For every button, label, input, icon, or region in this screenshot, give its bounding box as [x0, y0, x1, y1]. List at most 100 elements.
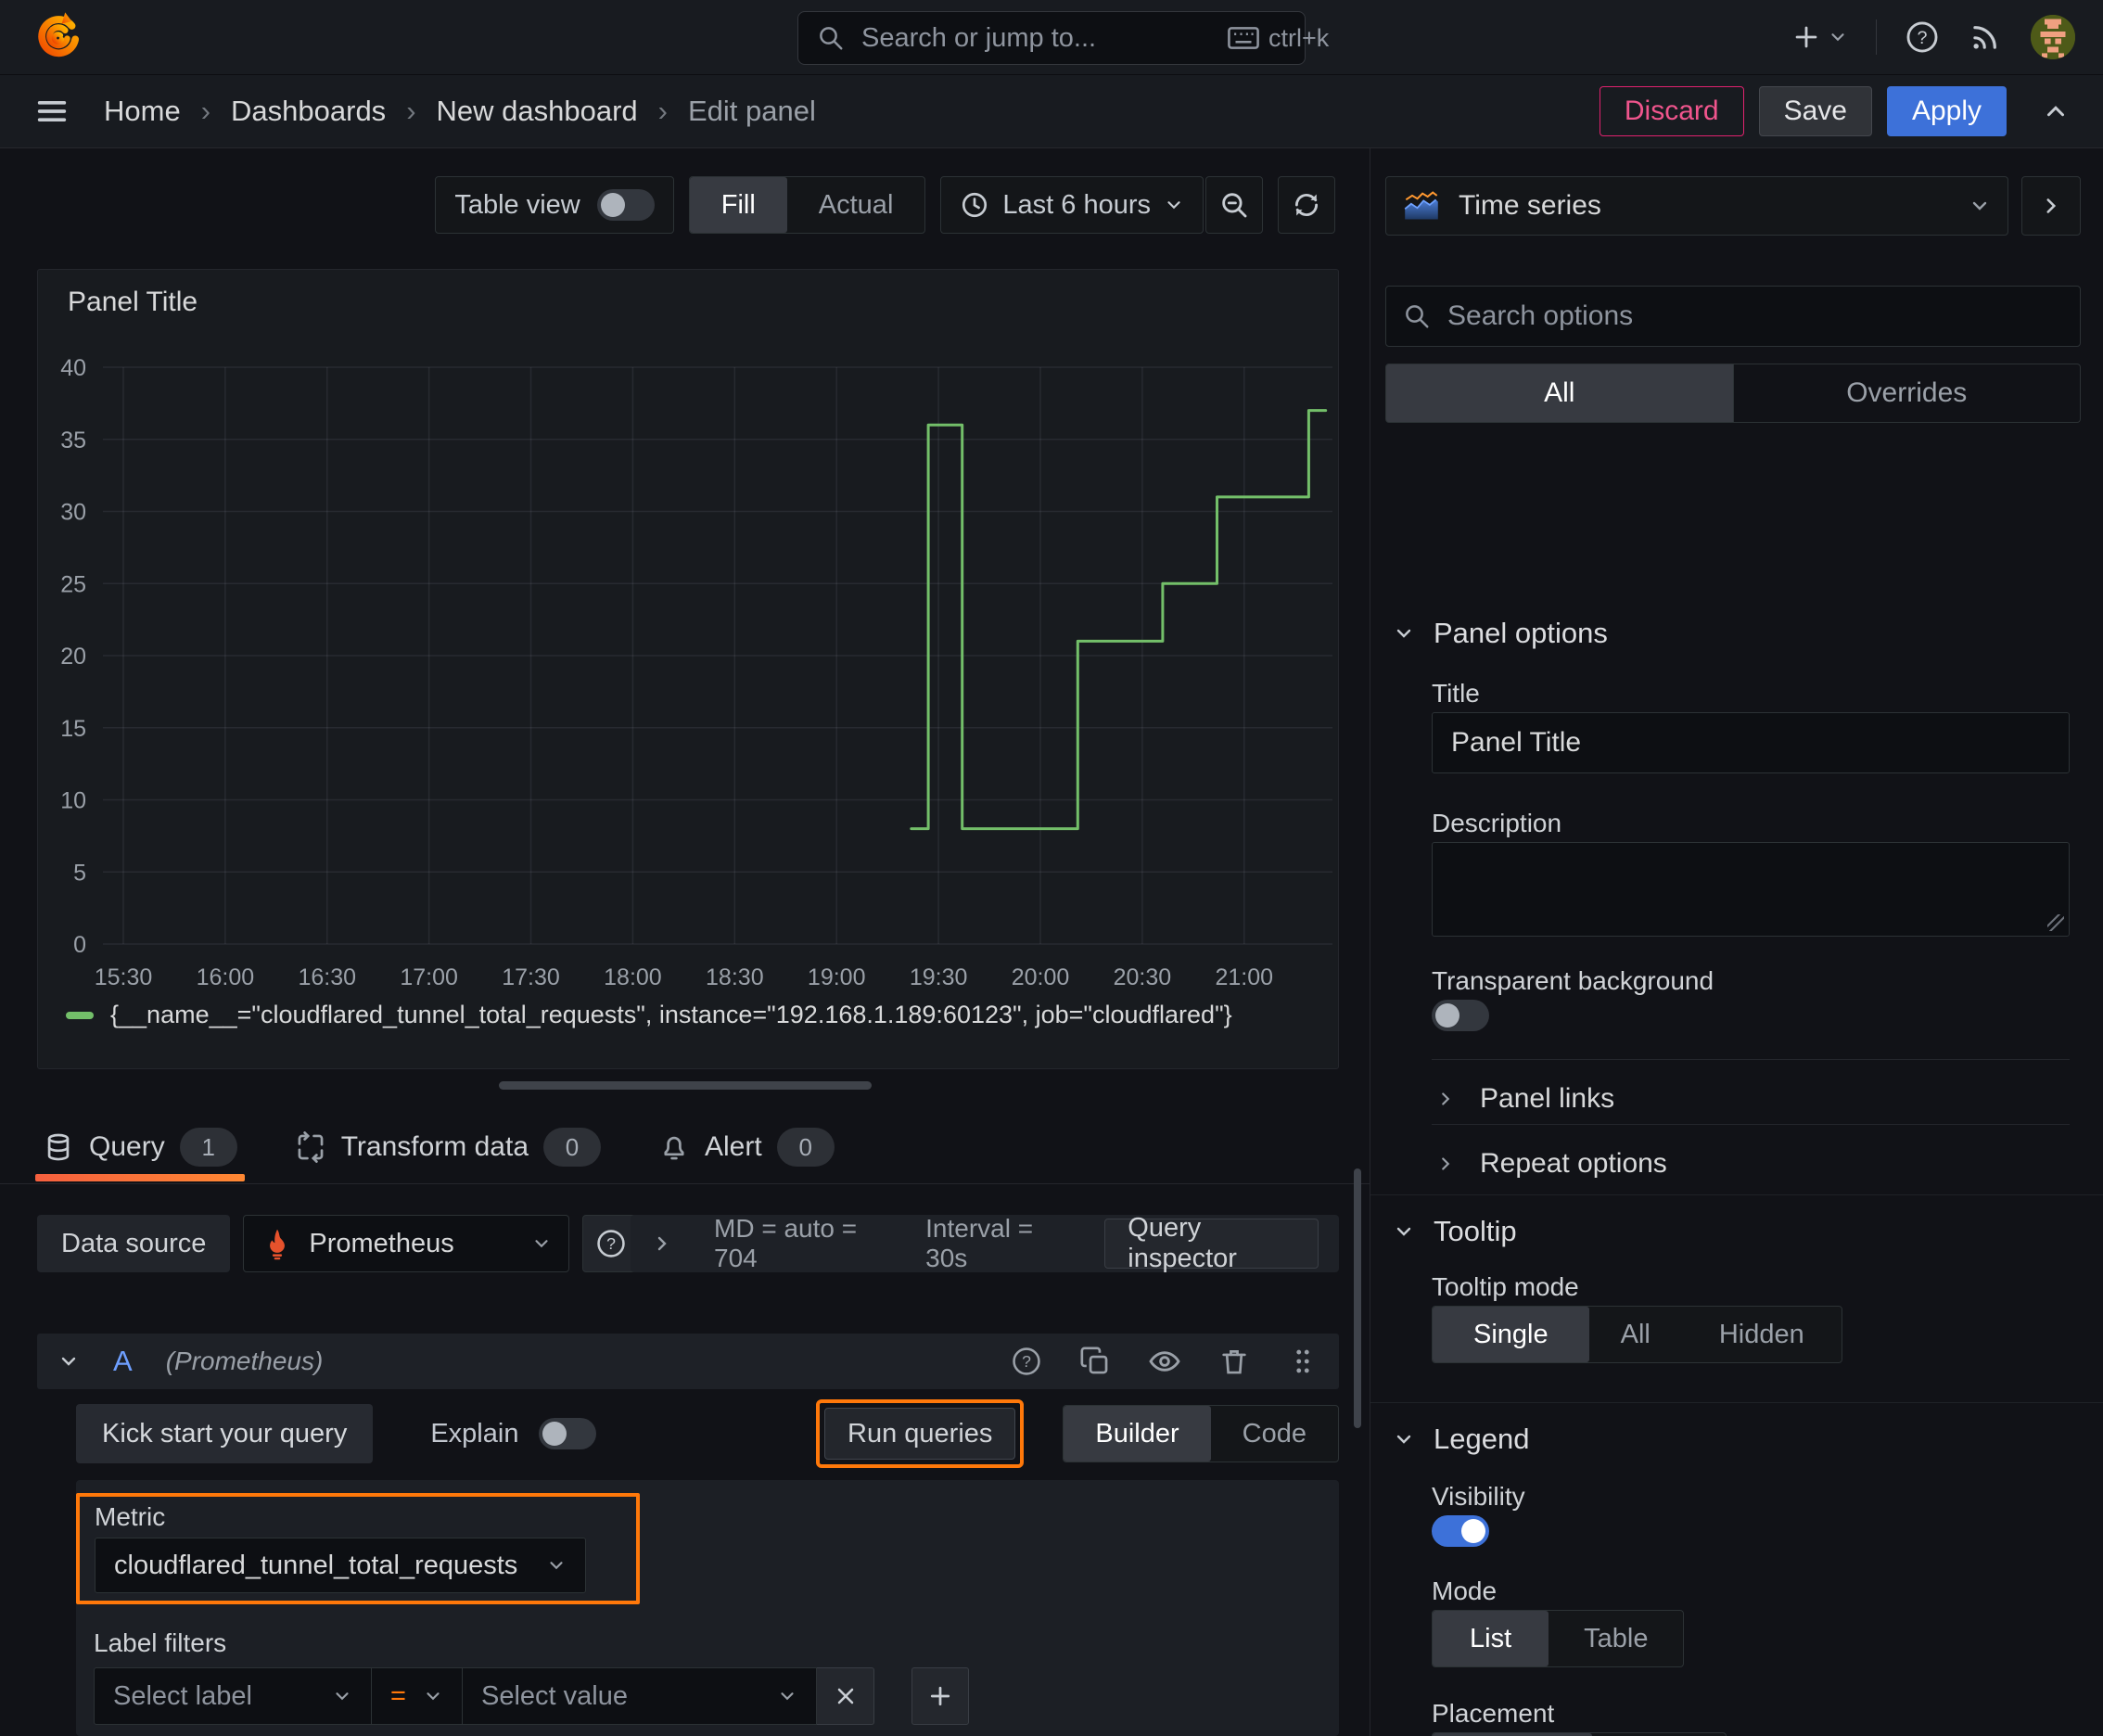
legend-list-option[interactable]: List	[1433, 1611, 1549, 1666]
search-input[interactable]	[860, 21, 1213, 55]
time-range-picker[interactable]: Last 6 hours	[940, 176, 1204, 234]
query-inspector-button[interactable]: Query inspector	[1104, 1213, 1319, 1273]
transparent-background-toggle[interactable]	[1432, 1000, 1489, 1031]
panel-preview[interactable]: Panel Title 0 5 10 15 20 25 30 35 40 15:30 16:00 16…	[37, 269, 1339, 1069]
select-value-dropdown[interactable]: Select value	[463, 1667, 817, 1725]
filter-overrides-option[interactable]: Overrides	[1733, 364, 2081, 423]
save-button[interactable]: Save	[1758, 86, 1872, 136]
svg-text:21:00: 21:00	[1215, 964, 1273, 990]
tab-query[interactable]: Query 1	[35, 1128, 245, 1181]
refresh-button[interactable]	[1278, 176, 1335, 234]
metric-highlight-ring: Metric cloudflared_tunnel_total_requests	[76, 1493, 640, 1604]
code-option[interactable]: Code	[1211, 1406, 1338, 1462]
drag-query-handle[interactable]	[1287, 1346, 1319, 1377]
clock-icon	[962, 192, 988, 218]
plus-icon	[930, 1686, 950, 1706]
toggle-visibility-button[interactable]	[1148, 1345, 1181, 1378]
svg-text:20:30: 20:30	[1114, 964, 1172, 990]
collapse-pane-button[interactable]	[2021, 176, 2081, 236]
query-row-header[interactable]: A (Prometheus) ?	[37, 1334, 1339, 1389]
tooltip-mode-segment: Single All Hidden	[1432, 1306, 1842, 1363]
collapse-options-button[interactable]	[2042, 97, 2070, 125]
add-menu-button[interactable]	[1791, 21, 1848, 53]
zoom-out-button[interactable]	[1205, 176, 1263, 234]
search-icon	[1403, 302, 1431, 330]
duplicate-query-button[interactable]	[1079, 1346, 1111, 1377]
remove-filter-button[interactable]	[817, 1667, 874, 1725]
tab-transform-data[interactable]: Transform data 0	[295, 1128, 601, 1167]
section-divider	[1370, 1194, 2103, 1195]
table-view-toggle[interactable]	[596, 189, 655, 221]
add-filter-button[interactable]	[911, 1667, 969, 1725]
tooltip-single-option[interactable]: Single	[1433, 1307, 1589, 1362]
kick-start-button[interactable]: Kick start your query	[76, 1404, 374, 1463]
delete-query-button[interactable]	[1218, 1346, 1250, 1377]
tooltip-hidden-option[interactable]: Hidden	[1682, 1307, 1842, 1362]
metric-select[interactable]: cloudflared_tunnel_total_requests	[95, 1538, 586, 1593]
filter-all-option[interactable]: All	[1385, 364, 1734, 423]
global-search[interactable]: ctrl+k	[797, 11, 1329, 65]
options-search[interactable]	[1385, 286, 2081, 347]
actual-option[interactable]: Actual	[787, 177, 925, 233]
select-label-dropdown[interactable]: Select label	[94, 1667, 372, 1725]
builder-option[interactable]: Builder	[1064, 1406, 1211, 1462]
fill-option[interactable]: Fill	[689, 177, 787, 233]
apply-button[interactable]: Apply	[1886, 86, 2007, 136]
chevron-down-icon	[531, 1233, 552, 1254]
refresh-icon	[1294, 194, 1319, 216]
visualization-picker[interactable]: Time series	[1385, 176, 2008, 236]
tooltip-all-option[interactable]: All	[1589, 1307, 1682, 1362]
transform-icon	[295, 1131, 326, 1163]
query-help-button[interactable]: ?	[1011, 1346, 1042, 1377]
svg-text:16:00: 16:00	[197, 964, 255, 990]
legend-header[interactable]: Legend	[1393, 1423, 1529, 1456]
legend-series-marker	[66, 1011, 94, 1019]
pane-resize-handle[interactable]	[498, 1081, 872, 1090]
chevron-down-icon	[61, 1357, 76, 1366]
explain-toggle[interactable]	[539, 1418, 597, 1449]
svg-text:40: 40	[60, 355, 86, 381]
time-series-viz-icon	[1404, 191, 1438, 220]
tab-alert-badge: 0	[776, 1128, 835, 1167]
tooltip-header[interactable]: Tooltip	[1393, 1215, 1517, 1248]
section-divider	[1370, 1402, 2103, 1403]
copy-icon	[1080, 1347, 1108, 1374]
scrollbar-thumb[interactable]	[1354, 1168, 1361, 1428]
chart-legend[interactable]: {__name__="cloudflared_tunnel_total_requ…	[66, 1001, 1232, 1029]
tooltip-mode-label: Tooltip mode	[1432, 1272, 1579, 1301]
panel-title-input[interactable]	[1432, 712, 2070, 773]
breadcrumb-dashboards[interactable]: Dashboards	[231, 95, 386, 128]
legend-visibility-toggle[interactable]	[1432, 1515, 1489, 1547]
menu-toggle-button[interactable]	[33, 93, 70, 130]
grafana-logo-icon[interactable]	[32, 10, 85, 64]
datasource-picker[interactable]: Prometheus	[243, 1215, 570, 1272]
legend-series-label[interactable]: {__name__="cloudflared_tunnel_total_requ…	[110, 1001, 1232, 1029]
expand-query-options-button[interactable]	[651, 1232, 673, 1255]
panel-options-header[interactable]: Panel options	[1393, 617, 1608, 650]
run-queries-button[interactable]: Run queries	[824, 1408, 1016, 1460]
svg-text:15: 15	[60, 716, 86, 742]
news-button[interactable]	[1968, 19, 2003, 55]
collapse-query-button[interactable]	[57, 1350, 80, 1372]
operator-value: =	[390, 1680, 406, 1711]
svg-text:?: ?	[1917, 28, 1927, 48]
time-series-chart[interactable]: 0 5 10 15 20 25 30 35 40 15:30 16:00 16:30 17:00 17:3…	[38, 270, 1338, 1002]
breadcrumb-edit-panel: Edit panel	[687, 95, 816, 127]
operator-dropdown[interactable]: =	[372, 1667, 463, 1725]
tab-alert[interactable]: Alert 0	[658, 1128, 835, 1167]
user-avatar[interactable]	[2031, 15, 2075, 59]
divider	[1432, 1059, 2070, 1060]
query-ref-id: A	[113, 1345, 133, 1377]
breadcrumb-new-dashboard[interactable]: New dashboard	[437, 95, 638, 128]
chevron-down-icon	[423, 1686, 443, 1706]
breadcrumb-home[interactable]: Home	[104, 95, 181, 128]
help-button[interactable]: ?	[1905, 19, 1940, 55]
legend-table-option[interactable]: Table	[1549, 1611, 1683, 1666]
options-search-input[interactable]	[1446, 300, 2063, 333]
description-textarea[interactable]	[1433, 843, 2069, 936]
chevron-down-icon	[1393, 1220, 1415, 1243]
resize-grip-icon[interactable]	[2047, 914, 2064, 931]
panel-links-section[interactable]: Panel links	[1435, 1083, 1614, 1115]
repeat-options-section[interactable]: Repeat options	[1435, 1148, 1667, 1180]
discard-button[interactable]: Discard	[1599, 86, 1744, 136]
